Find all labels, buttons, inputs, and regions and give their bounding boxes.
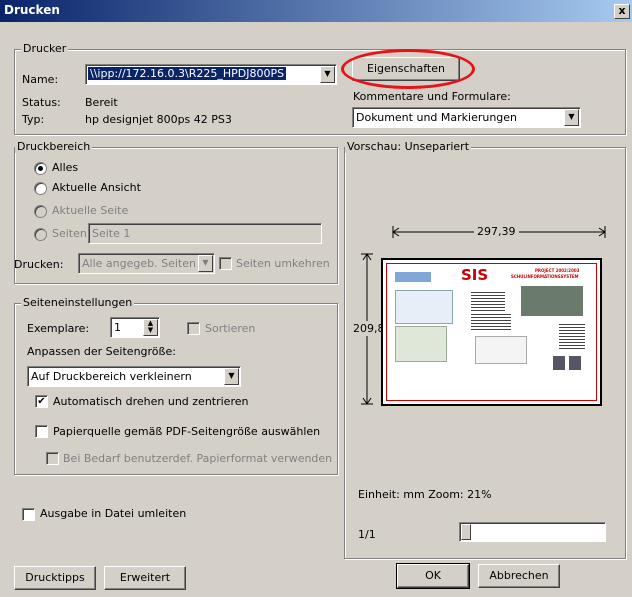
collate-checkbox[interactable] — [187, 322, 200, 335]
thumbnail-screenshot-2 — [395, 326, 447, 362]
thumbnail-photo-2 — [569, 356, 581, 370]
preview-page-thumbnail: SIS PROJECT 2002/2003 SCHULINFORMATIONSS… — [381, 258, 602, 406]
radio-current-page-label: Aktuelle Seite — [52, 204, 129, 217]
close-button[interactable]: x — [614, 4, 630, 19]
thumbnail-screenshot-1 — [395, 290, 453, 324]
comments-select[interactable]: Dokument und Markierungen ▼ — [352, 107, 581, 128]
scaling-label: Anpassen der Seitengröße: — [27, 345, 176, 358]
page-counter: 1/1 — [358, 528, 376, 541]
printer-group-label: Drucker — [21, 42, 69, 55]
radio-all[interactable] — [34, 162, 47, 175]
pages-input[interactable]: Seite 1 — [88, 223, 322, 244]
auto-rotate-checkbox[interactable]: ✔ — [35, 395, 48, 408]
printer-type-value: hp designjet 800ps 42 PS3 — [85, 113, 232, 126]
radio-current-page[interactable] — [34, 205, 47, 218]
chevron-down-icon[interactable]: ▼ — [564, 109, 579, 126]
copies-label: Exemplare: — [27, 322, 90, 335]
chevron-down-icon[interactable]: ▼ — [198, 255, 213, 272]
unit-zoom-label: Einheit: mm Zoom: 21% — [358, 488, 492, 501]
advanced-button[interactable]: Erweitert — [104, 566, 186, 590]
radio-pages[interactable] — [34, 228, 47, 241]
title-bar: Drucken x — [0, 0, 632, 22]
auto-rotate-label: Automatisch drehen und zentrieren — [53, 395, 249, 408]
page-slider[interactable] — [459, 522, 606, 542]
print-tips-button[interactable]: Drucktipps — [14, 566, 96, 590]
thumbnail-logo-text: SIS — [461, 266, 489, 284]
reverse-pages-label: Seiten umkehren — [236, 257, 330, 270]
page-settings-label: Seiteneinstellungen — [21, 296, 135, 309]
print-subset-label: Drucken: — [14, 258, 64, 271]
thumbnail-heading-2: SCHULINFORMATIONSSYSTEM — [511, 274, 579, 279]
window-title: Drucken — [4, 3, 60, 17]
thumbnail-heading-1: PROJECT 2002/2003 — [535, 268, 580, 273]
printer-name-select[interactable]: \\ipp://172.16.0.3\R225_HPDJ800PS ▼ — [85, 64, 337, 85]
paper-source-label: Papierquelle gemäß PDF-Seitengröße auswä… — [53, 425, 321, 438]
copies-value: 1 — [114, 321, 121, 334]
thumbnail-screenshot-3 — [475, 336, 527, 364]
custom-paper-label: Bei Bedarf benutzerdef. Papierformat ver… — [63, 452, 333, 465]
thumbnail-group-photo — [521, 286, 583, 316]
spinner-icon[interactable]: ▲ ▼ — [143, 319, 158, 336]
custom-paper-checkbox[interactable] — [46, 452, 59, 465]
preview-label: Vorschau: Unsepariert — [345, 140, 472, 153]
print-to-file-checkbox[interactable] — [22, 508, 35, 521]
page-slider-thumb[interactable] — [461, 524, 471, 540]
print-subset-select[interactable]: Alle angegeb. Seiten ▼ — [78, 253, 215, 274]
paper-source-checkbox[interactable] — [35, 425, 48, 438]
thumbnail-photo-1 — [553, 356, 565, 370]
printer-status-value: Bereit — [85, 96, 118, 109]
comments-value: Dokument und Markierungen — [356, 111, 518, 124]
pages-value: Seite 1 — [92, 227, 131, 240]
printer-name-label: Name: — [22, 73, 59, 86]
radio-all-label: Alles — [52, 161, 79, 174]
radio-current-view[interactable] — [34, 182, 47, 195]
printer-status-label: Status: — [22, 96, 61, 109]
collate-label: Sortieren — [205, 322, 256, 335]
chevron-down-icon[interactable]: ▼ — [320, 66, 335, 83]
radio-current-view-label: Aktuelle Ansicht — [52, 181, 141, 194]
thumbnail-small-logo — [395, 272, 431, 282]
radio-pages-label: Seiten — [52, 227, 87, 240]
ok-button[interactable]: OK — [396, 563, 470, 589]
printer-type-label: Typ: — [22, 113, 45, 126]
scaling-value: Auf Druckbereich verkleinern — [31, 370, 192, 383]
print-range-label: Druckbereich — [15, 140, 93, 153]
cancel-button[interactable]: Abbrechen — [478, 564, 560, 588]
comments-label: Kommentare und Formulare: — [353, 90, 511, 103]
scaling-select[interactable]: Auf Druckbereich verkleinern ▼ — [27, 366, 241, 387]
properties-button[interactable]: Eigenschaften — [352, 57, 460, 81]
print-to-file-label: Ausgabe in Datei umleiten — [40, 507, 187, 520]
reverse-pages-checkbox[interactable] — [219, 257, 232, 270]
printer-name-value: \\ipp://172.16.0.3\R225_HPDJ800PS — [88, 67, 287, 80]
chevron-down-icon[interactable]: ▼ — [224, 368, 239, 385]
thumbnail-text-block-2 — [471, 312, 511, 330]
print-subset-value: Alle angegeb. Seiten — [82, 257, 196, 270]
width-value: 297,39 — [474, 225, 519, 238]
thumbnail-text-block-3 — [559, 322, 585, 350]
copies-input[interactable]: 1 ▲ ▼ — [110, 317, 160, 338]
